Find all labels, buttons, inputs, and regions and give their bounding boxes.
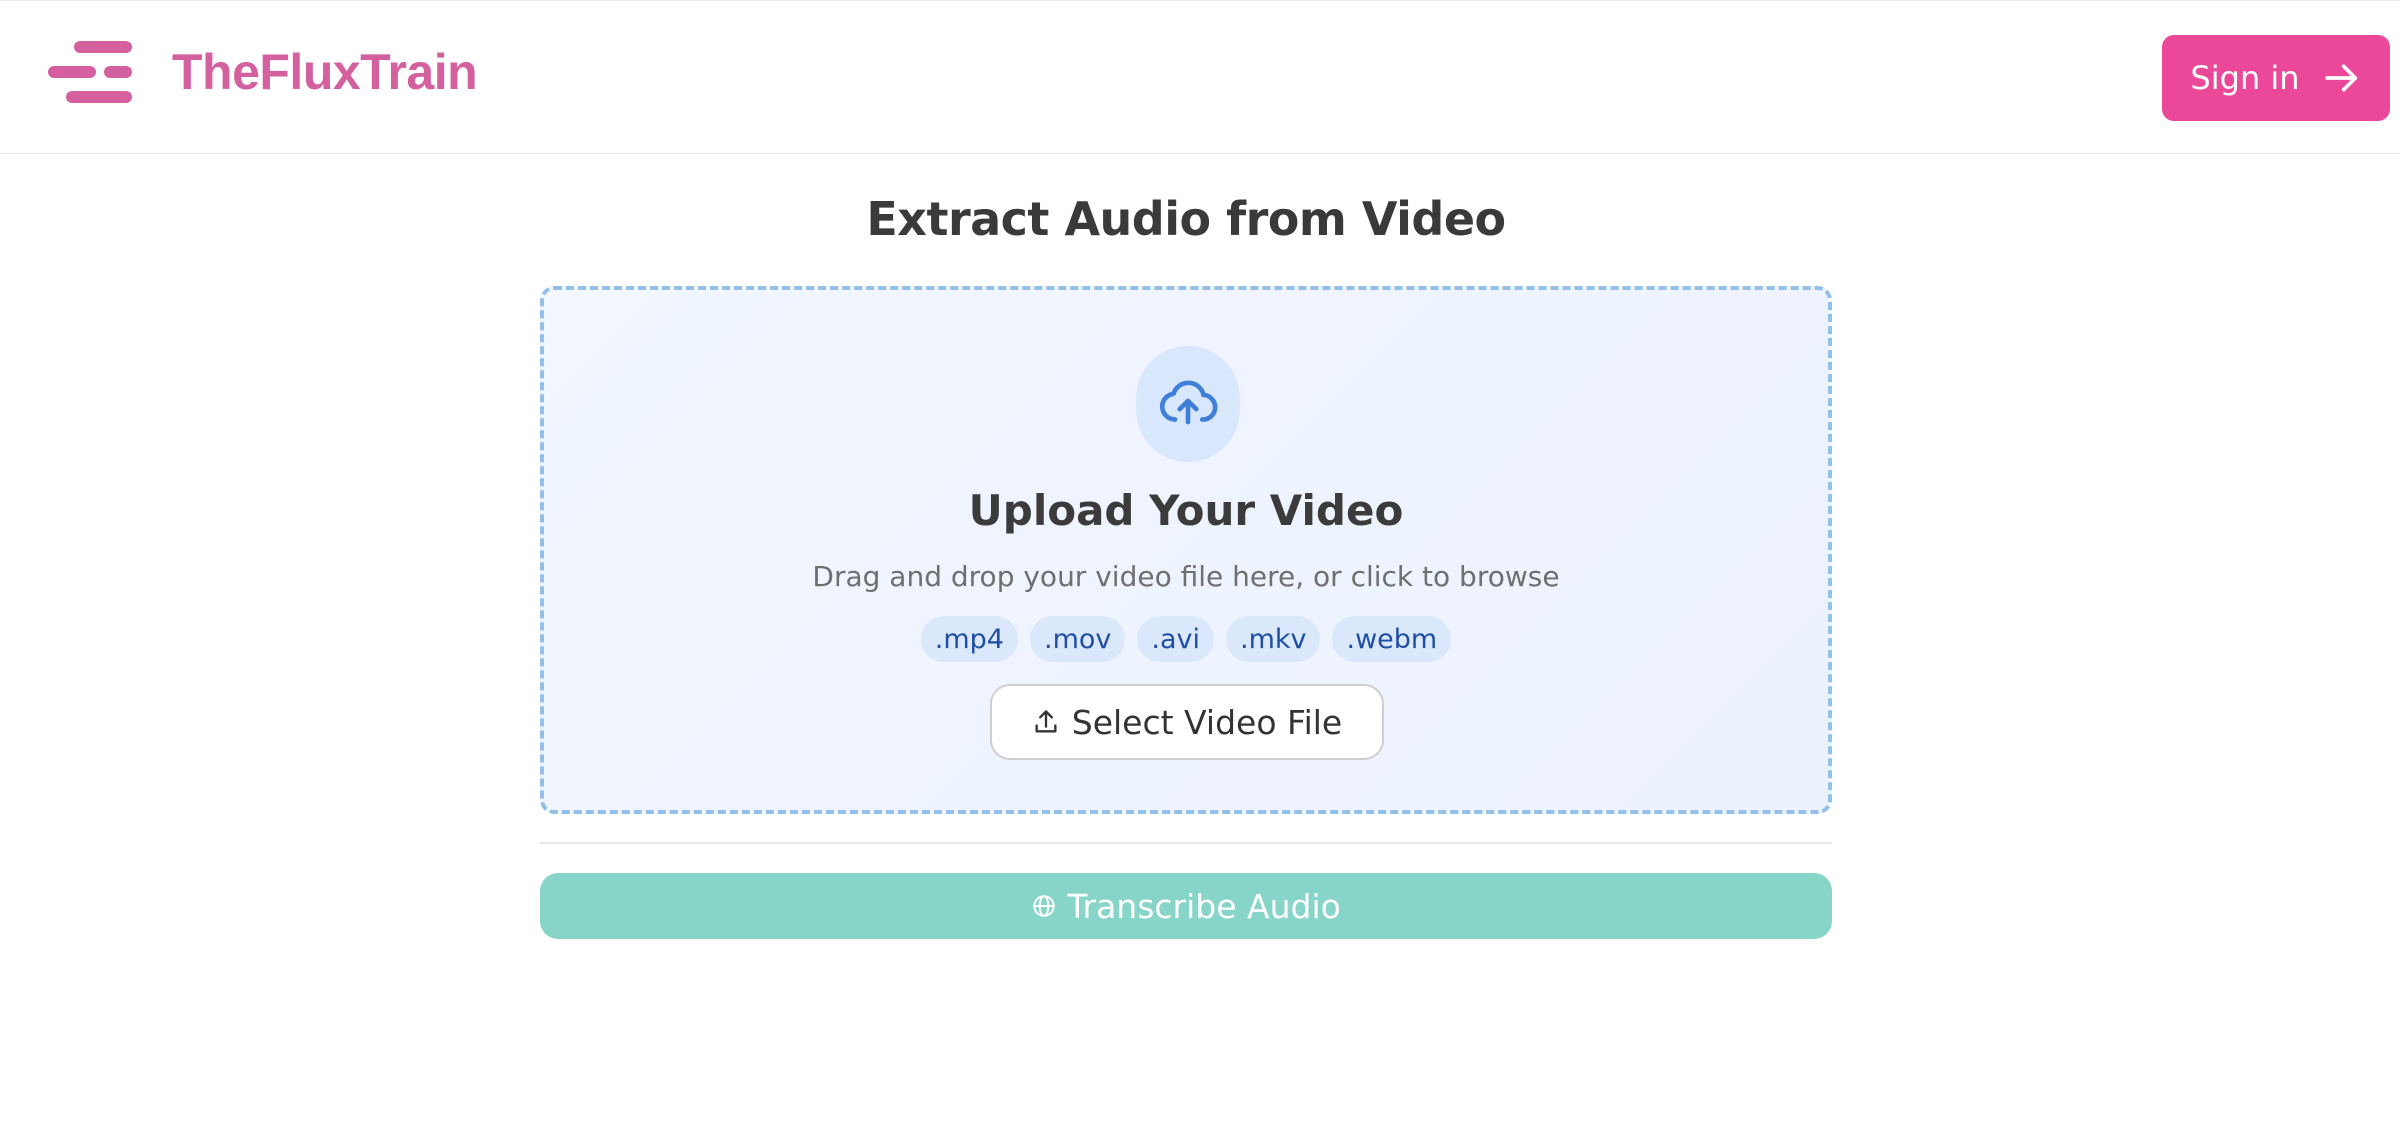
video-dropzone[interactable]: Upload Your Video Drag and drop your vid… bbox=[540, 286, 1832, 814]
upload-subtitle: Drag and drop your video file here, or c… bbox=[812, 560, 1560, 593]
brand-name[interactable]: TheFluxTrain bbox=[172, 43, 478, 101]
lines-logo-icon[interactable] bbox=[46, 39, 134, 105]
format-chip-avi: .avi bbox=[1137, 616, 1214, 662]
transcribe-audio-button[interactable]: Transcribe Audio bbox=[540, 873, 1832, 939]
select-video-file-button[interactable]: Select Video File bbox=[990, 684, 1384, 760]
upload-badge bbox=[1136, 346, 1240, 462]
sign-in-label: Sign in bbox=[2190, 59, 2300, 97]
cloud-upload-icon bbox=[1159, 380, 1218, 425]
upload-title: Upload Your Video bbox=[968, 486, 1404, 535]
top-header: TheFluxTrain Sign in bbox=[0, 0, 2400, 154]
format-chip-mkv: .mkv bbox=[1225, 616, 1321, 662]
format-chip-mov: .mov bbox=[1029, 616, 1126, 662]
section-divider bbox=[540, 842, 1832, 844]
format-chip-mp4: .mp4 bbox=[920, 616, 1018, 662]
format-chip-webm: .webm bbox=[1332, 616, 1452, 662]
arrow-right-icon bbox=[2324, 64, 2357, 92]
transcribe-audio-label: Transcribe Audio bbox=[1067, 886, 1341, 926]
upload-icon bbox=[1035, 710, 1057, 733]
page-title: Extract Audio from Video bbox=[866, 192, 1506, 246]
format-chips: .mp4 .mov .avi .mkv .webm bbox=[544, 616, 1828, 662]
globe-icon bbox=[1033, 895, 1055, 917]
select-video-file-label: Select Video File bbox=[1071, 702, 1343, 742]
sign-in-button[interactable]: Sign in bbox=[2162, 35, 2390, 121]
